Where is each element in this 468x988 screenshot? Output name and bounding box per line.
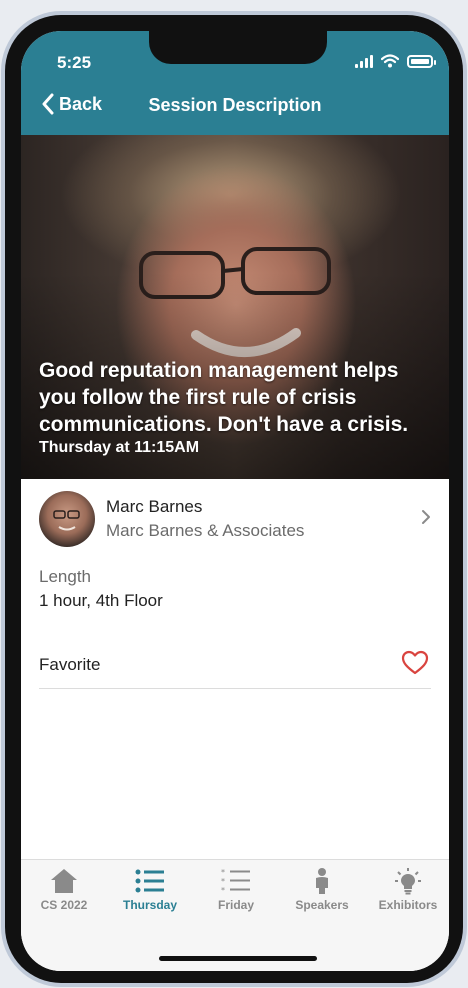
session-time: Thursday at 11:15AM <box>39 439 200 456</box>
tab-label: Thursday <box>122 898 177 912</box>
svg-text:*: * <box>221 877 225 886</box>
signal-icon <box>355 54 373 68</box>
speaker-row[interactable]: Marc Barnes Marc Barnes & Associates <box>21 479 449 561</box>
favorite-label: Favorite <box>39 655 101 674</box>
tab-home[interactable]: CS 2022 <box>21 866 107 912</box>
tab-label: Friday <box>217 898 254 912</box>
tab-label: CS 2022 <box>40 898 88 912</box>
home-indicator <box>159 956 317 961</box>
speaker-organization: Marc Barnes & Associates <box>106 521 305 540</box>
tab-label: Speakers <box>295 898 349 912</box>
status-time: 5:25 <box>57 53 92 72</box>
tab-exhibitors[interactable]: Exhibitors <box>365 866 449 912</box>
chevron-right-icon <box>422 510 430 524</box>
notch <box>149 31 327 64</box>
lightbulb-icon <box>395 868 421 895</box>
screen: 5:25 Back Session Description Good reput… <box>21 31 449 971</box>
svg-text:*: * <box>221 886 225 894</box>
tab-speakers[interactable]: Speakers <box>279 866 365 912</box>
home-icon <box>51 869 77 893</box>
tab-friday[interactable]: * * * Friday <box>193 866 279 912</box>
tab-bar: CS 2022 Thursday * * * Friday Speakers E… <box>21 859 449 971</box>
tab-thursday[interactable]: Thursday <box>107 866 193 912</box>
phone-frame: 5:25 Back Session Description Good reput… <box>1 11 467 987</box>
numbered-list-icon: * * * <box>221 868 250 894</box>
speaker-name: Marc Barnes <box>106 497 203 516</box>
length-value: 1 hour, 4th Floor <box>39 591 163 610</box>
status-icons <box>355 53 436 69</box>
page-title: Session Description <box>148 95 322 115</box>
list-icon <box>135 869 164 893</box>
tab-label: Exhibitors <box>378 898 438 912</box>
session-title: Good reputation management helps you fol… <box>39 359 409 436</box>
person-icon <box>316 868 328 894</box>
wifi-icon <box>381 54 399 68</box>
svg-text:*: * <box>221 868 225 877</box>
length-label: Length <box>39 567 91 586</box>
heart-icon[interactable] <box>401 650 429 676</box>
avatar-glasses <box>53 510 80 531</box>
phone-bezel: 5:25 Back Session Description Good reput… <box>5 15 463 983</box>
favorite-row: Favorite <box>39 631 431 689</box>
battery-icon <box>407 54 436 68</box>
speaker-avatar <box>39 491 95 547</box>
session-hero-image: Good reputation management helps you fol… <box>21 135 449 479</box>
